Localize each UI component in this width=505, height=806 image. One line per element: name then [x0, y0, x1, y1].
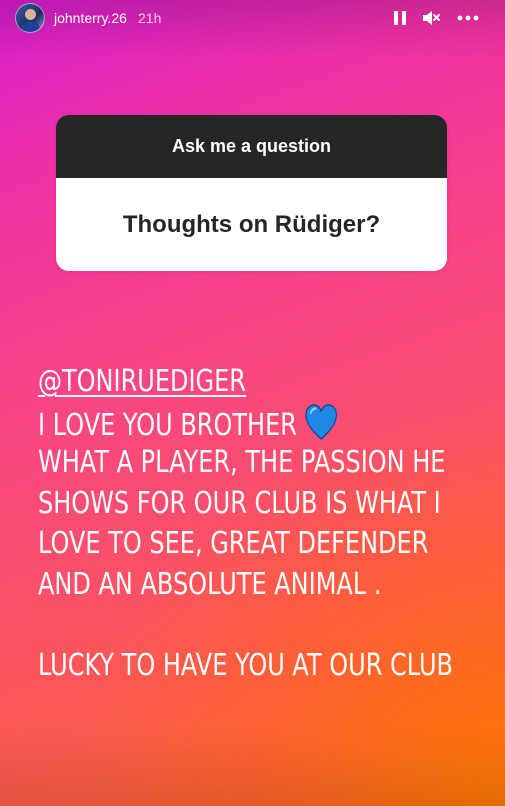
post-time: 21h: [138, 10, 162, 26]
caption-line: LUCKY TO HAVE YOU AT OUR CLUB: [38, 647, 453, 683]
caption-line: AND AN ABSOLUTE ANIMAL .: [38, 566, 382, 602]
username[interactable]: johnterry.26: [54, 10, 127, 26]
mention-link[interactable]: @TONIRUEDIGER: [38, 364, 246, 399]
story-header: johnterry.26 21h: [0, 0, 505, 36]
pause-icon[interactable]: [390, 8, 410, 28]
avatar[interactable]: [15, 3, 45, 33]
question-text: Thoughts on Rüdiger?: [56, 178, 447, 271]
story-caption: @TONIRUEDIGER I LOVE YOU BROTHER WHAT A …: [38, 362, 453, 686]
caption-line: LOVE TO SEE, GREAT DEFENDER: [38, 526, 429, 561]
more-horizontal-icon[interactable]: [457, 8, 479, 28]
question-prompt: Ask me a question: [56, 115, 447, 178]
blue-heart-icon: [305, 403, 337, 440]
caption-line: WHAT A PLAYER, THE PASSION HE: [38, 445, 446, 480]
caption-line: I LOVE YOU BROTHER: [38, 407, 297, 443]
speaker-muted-icon[interactable]: [421, 8, 441, 28]
story-view[interactable]: johnterry.26 21h Ask me a question Thoug…: [0, 0, 505, 806]
caption-line: SHOWS FOR OUR CLUB IS WHAT I: [38, 485, 441, 521]
bottom-shade: [0, 726, 505, 806]
question-sticker[interactable]: Ask me a question Thoughts on Rüdiger?: [56, 115, 447, 271]
